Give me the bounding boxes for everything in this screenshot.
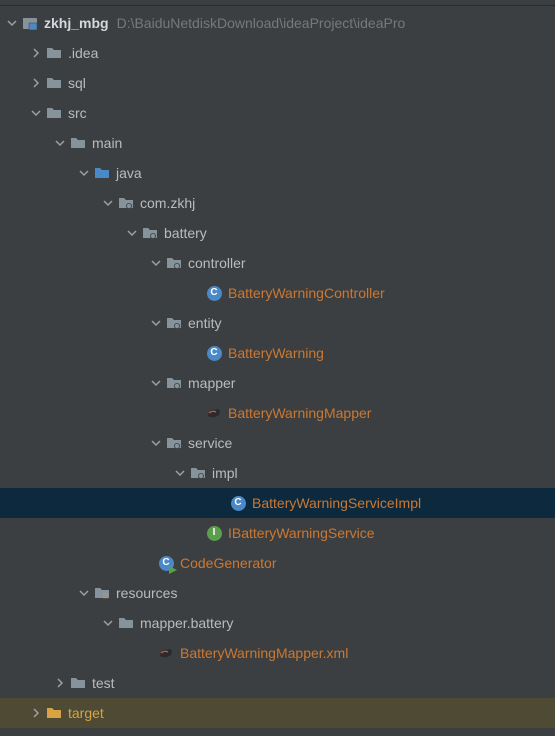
tree-row-interface-ibwservice[interactable]: I IBatteryWarningService <box>0 518 555 548</box>
tree-label: battery <box>164 225 207 241</box>
chevron-down-icon[interactable] <box>78 167 90 179</box>
tree-row-class-bwmapper[interactable]: BatteryWarningMapper <box>0 398 555 428</box>
chevron-down-icon[interactable] <box>150 257 162 269</box>
chevron-down-icon[interactable] <box>54 137 66 149</box>
tree-label: impl <box>212 465 238 481</box>
tree-label: src <box>68 105 87 121</box>
chevron-down-icon[interactable] <box>102 197 114 209</box>
tree-label: BatteryWarningMapper <box>228 405 371 421</box>
folder-icon <box>46 45 62 61</box>
tree-row-file-mapper-xml[interactable]: BatteryWarningMapper.xml <box>0 638 555 668</box>
package-icon <box>166 255 182 271</box>
package-icon <box>118 195 134 211</box>
tree-label: CodeGenerator <box>180 555 277 571</box>
tree-row-mapper-battery[interactable]: mapper.battery <box>0 608 555 638</box>
chevron-down-icon[interactable] <box>30 107 42 119</box>
tree-label: test <box>92 675 115 691</box>
tree-label: IBatteryWarningService <box>228 525 375 541</box>
tree-label: resources <box>116 585 177 601</box>
chevron-right-icon[interactable] <box>30 77 42 89</box>
excluded-folder-icon <box>46 705 62 721</box>
mybatis-mapper-icon <box>206 405 222 421</box>
tree-row-resources[interactable]: resources <box>0 578 555 608</box>
tree-label: main <box>92 135 122 151</box>
chevron-down-icon[interactable] <box>6 17 18 29</box>
module-icon <box>22 15 38 31</box>
tree-label: BatteryWarning <box>228 345 324 361</box>
runnable-class-icon: C <box>158 555 174 571</box>
tree-row-entity[interactable]: entity <box>0 308 555 338</box>
chevron-right-icon[interactable] <box>30 47 42 59</box>
tree-row-sql[interactable]: sql <box>0 68 555 98</box>
chevron-down-icon[interactable] <box>78 587 90 599</box>
mybatis-xml-icon <box>158 645 174 661</box>
chevron-right-icon[interactable] <box>54 677 66 689</box>
chevron-right-icon[interactable] <box>30 707 42 719</box>
project-name: zkhj_mbg <box>44 15 109 31</box>
tree-row-service[interactable]: service <box>0 428 555 458</box>
tree-label: entity <box>188 315 221 331</box>
tree-label: java <box>116 165 142 181</box>
project-tree: zkhj_mbg D:\BaiduNetdiskDownload\ideaPro… <box>0 6 555 728</box>
folder-icon <box>46 75 62 91</box>
tree-row-mapper[interactable]: mapper <box>0 368 555 398</box>
class-icon: C <box>230 495 246 511</box>
tree-row-idea[interactable]: .idea <box>0 38 555 68</box>
folder-icon <box>70 675 86 691</box>
tree-label: .idea <box>68 45 98 61</box>
tree-row-battery[interactable]: battery <box>0 218 555 248</box>
tree-label: com.zkhj <box>140 195 195 211</box>
tree-row-java[interactable]: java <box>0 158 555 188</box>
chevron-down-icon[interactable] <box>150 377 162 389</box>
tree-row-controller[interactable]: controller <box>0 248 555 278</box>
tree-label: service <box>188 435 232 451</box>
tree-label: target <box>68 705 104 721</box>
tree-label: controller <box>188 255 246 271</box>
chevron-down-icon[interactable] <box>174 467 186 479</box>
tree-row-class-bwcontroller[interactable]: C BatteryWarningController <box>0 278 555 308</box>
tree-row-class-codegen[interactable]: C CodeGenerator <box>0 548 555 578</box>
package-icon <box>142 225 158 241</box>
package-icon <box>166 315 182 331</box>
tree-row-class-bw[interactable]: C BatteryWarning <box>0 338 555 368</box>
folder-icon <box>70 135 86 151</box>
tree-row-project-root[interactable]: zkhj_mbg D:\BaiduNetdiskDownload\ideaPro… <box>0 8 555 38</box>
class-icon: C <box>206 345 222 361</box>
tree-label: BatteryWarningServiceImpl <box>252 495 421 511</box>
tree-label: BatteryWarningController <box>228 285 385 301</box>
chevron-down-icon[interactable] <box>126 227 138 239</box>
project-path: D:\BaiduNetdiskDownload\ideaProject\idea… <box>117 15 406 31</box>
tree-label: BatteryWarningMapper.xml <box>180 645 348 661</box>
tree-row-class-bwserviceimpl[interactable]: C BatteryWarningServiceImpl <box>0 488 555 518</box>
package-icon <box>166 435 182 451</box>
class-icon: C <box>206 285 222 301</box>
tree-row-main[interactable]: main <box>0 128 555 158</box>
tree-label: sql <box>68 75 86 91</box>
chevron-down-icon[interactable] <box>150 437 162 449</box>
tree-row-src[interactable]: src <box>0 98 555 128</box>
package-icon <box>166 375 182 391</box>
tree-row-com-zkhj[interactable]: com.zkhj <box>0 188 555 218</box>
tree-row-impl[interactable]: impl <box>0 458 555 488</box>
source-folder-icon <box>94 165 110 181</box>
tree-label: mapper.battery <box>140 615 233 631</box>
tree-row-test[interactable]: test <box>0 668 555 698</box>
package-icon <box>190 465 206 481</box>
tree-row-target[interactable]: target <box>0 698 555 728</box>
tree-label: mapper <box>188 375 235 391</box>
folder-icon <box>118 615 134 631</box>
interface-icon: I <box>206 525 222 541</box>
chevron-down-icon[interactable] <box>150 317 162 329</box>
chevron-down-icon[interactable] <box>102 617 114 629</box>
folder-icon <box>46 105 62 121</box>
resources-folder-icon <box>94 585 110 601</box>
